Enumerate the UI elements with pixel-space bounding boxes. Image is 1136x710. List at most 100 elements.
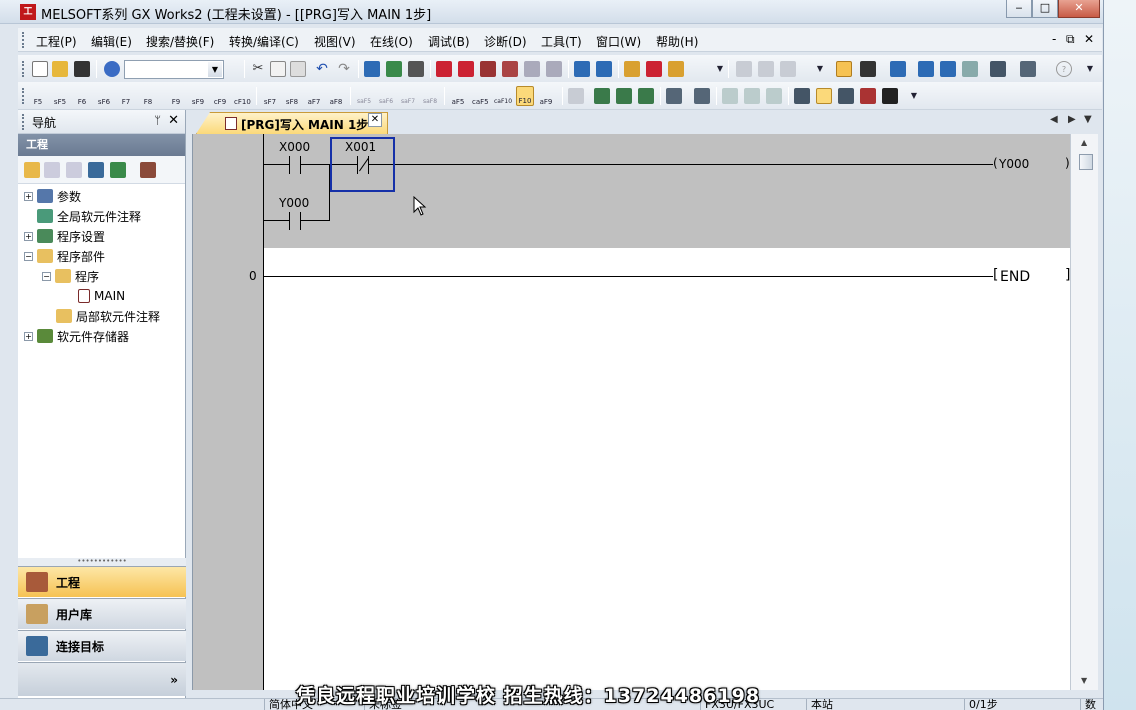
- toolbar-grip[interactable]: [22, 61, 25, 77]
- ladder-btn-f8[interactable]: F8: [140, 94, 156, 110]
- save-icon[interactable]: [74, 61, 90, 77]
- ladder-delete-icon[interactable]: [780, 61, 796, 77]
- edit-cursor[interactable]: [330, 137, 395, 192]
- dev-usage-icon[interactable]: [962, 61, 978, 77]
- nav-settings-icon[interactable]: [140, 162, 156, 178]
- diag2-icon[interactable]: [596, 61, 612, 77]
- tree-item-main[interactable]: MAIN: [78, 286, 125, 306]
- paste-data-icon[interactable]: [66, 162, 82, 178]
- output-window-icon[interactable]: [890, 61, 906, 77]
- find-icon[interactable]: [838, 88, 854, 104]
- statement-display-icon[interactable]: [666, 88, 682, 104]
- tab-menu-icon[interactable]: ▼: [1084, 114, 1092, 125]
- end-instruction[interactable]: END: [1000, 269, 1030, 285]
- tree-item-program[interactable]: − 程序: [42, 266, 99, 286]
- read-plc-icon[interactable]: [458, 61, 474, 77]
- panel-more-button[interactable]: »: [18, 662, 186, 696]
- panel-button-project[interactable]: 工程: [18, 566, 186, 597]
- tree-item-program-parts[interactable]: − 程序部件: [24, 246, 105, 266]
- element-selection-icon[interactable]: [860, 61, 876, 77]
- coil-y000-label[interactable]: Y000: [999, 157, 1029, 171]
- dev-list-icon[interactable]: [918, 61, 934, 77]
- close-button[interactable]: ✕: [1058, 0, 1100, 18]
- tab-close-icon[interactable]: ✕: [368, 113, 382, 127]
- device-comment-icon[interactable]: [408, 61, 424, 77]
- search-device-icon[interactable]: [722, 88, 738, 104]
- zoom-icon[interactable]: [1020, 61, 1036, 77]
- nav-close-icon[interactable]: ✕: [168, 113, 179, 128]
- menu-tools[interactable]: 工具(T): [541, 33, 582, 50]
- tab-next-icon[interactable]: ▶: [1068, 114, 1076, 125]
- search-combo[interactable]: ▼: [124, 60, 224, 79]
- contact-y000[interactable]: [289, 212, 301, 230]
- write-plc-icon[interactable]: [436, 61, 452, 77]
- chevron-down-icon[interactable]: ▼: [208, 62, 222, 77]
- project-window-icon[interactable]: [836, 61, 852, 77]
- open-folder-icon[interactable]: [52, 61, 68, 77]
- menu-compile[interactable]: 转换/编译(C): [229, 33, 299, 50]
- comment-display-icon[interactable]: [638, 88, 654, 104]
- menubar-grip[interactable]: [22, 32, 25, 48]
- scroll-up-icon[interactable]: ▲: [1081, 138, 1087, 147]
- redo-icon[interactable]: ↷: [336, 61, 352, 77]
- tree-item-program-setting[interactable]: + 程序设置: [24, 226, 105, 246]
- ladder-btn-sf7[interactable]: sF7: [262, 94, 278, 110]
- convert-all-icon[interactable]: [668, 61, 684, 77]
- copy-icon[interactable]: [270, 61, 286, 77]
- panel-button-library[interactable]: 用户库: [18, 598, 186, 629]
- device-batch-icon[interactable]: [364, 61, 380, 77]
- ladder-btn-caf5[interactable]: caF5: [472, 94, 489, 110]
- scroll-thumb[interactable]: [1079, 154, 1093, 170]
- contact-x000[interactable]: [289, 156, 301, 174]
- new-data-icon[interactable]: [24, 162, 40, 178]
- undo-icon[interactable]: ↶: [314, 61, 330, 77]
- ladder-btn-af9[interactable]: aF9: [538, 94, 554, 110]
- ladder-btn-af8[interactable]: aF8: [328, 94, 344, 110]
- remote-op-icon[interactable]: [502, 61, 518, 77]
- tab-prev-icon[interactable]: ◀: [1050, 114, 1058, 125]
- ladder-btn-cf10[interactable]: cF10: [234, 94, 251, 110]
- ladder-btn-saf5[interactable]: saF5: [356, 94, 372, 110]
- ladder-btn-f5[interactable]: F5: [30, 94, 46, 110]
- cut-icon[interactable]: ✂: [250, 61, 266, 77]
- verify-plc-icon[interactable]: [480, 61, 496, 77]
- dev-reference-icon[interactable]: [940, 61, 956, 77]
- edit-mode-icon[interactable]: [624, 61, 640, 77]
- ladder-insert-icon[interactable]: [758, 61, 774, 77]
- tree-item-device-memory[interactable]: + 软元件存储器: [24, 326, 129, 346]
- convert-icon[interactable]: [646, 61, 662, 77]
- menu-project[interactable]: 工程(P): [36, 33, 77, 50]
- zoom-search-icon[interactable]: [882, 88, 898, 104]
- scroll-down-icon[interactable]: ▼: [1081, 676, 1087, 685]
- ladder-btn-cf9[interactable]: cF9: [212, 94, 228, 110]
- maximize-button[interactable]: □: [1032, 0, 1058, 18]
- ladder-btn-f7[interactable]: F7: [118, 94, 134, 110]
- ladder-btn-af5[interactable]: aF5: [450, 94, 466, 110]
- menu-view[interactable]: 视图(V): [314, 33, 356, 50]
- pin-icon[interactable]: ᛘ: [154, 114, 161, 127]
- tree-item-parameter[interactable]: + 参数: [24, 186, 81, 206]
- diag-icon[interactable]: [574, 61, 590, 77]
- menu-window[interactable]: 窗口(W): [596, 33, 641, 50]
- comment-edit-icon[interactable]: [568, 88, 584, 104]
- collapse-icon[interactable]: −: [24, 251, 33, 261]
- menu-edit[interactable]: 编辑(E): [91, 33, 132, 50]
- tree-item-local-comment[interactable]: 局部软元件注释: [56, 306, 160, 326]
- new-file-icon[interactable]: [32, 61, 48, 77]
- replace-icon[interactable]: [766, 88, 782, 104]
- menu-help[interactable]: 帮助(H): [656, 33, 698, 50]
- toolbar1-dropdown-icon[interactable]: ▼: [712, 61, 728, 77]
- tab-main[interactable]: [PRG]写入 MAIN 1步: [196, 112, 388, 134]
- monitor-stop-icon[interactable]: [546, 61, 562, 77]
- mdi-close-button[interactable]: ✕: [1084, 32, 1094, 46]
- ladder-btn-sf9[interactable]: sF9: [190, 94, 206, 110]
- statement-edit-icon[interactable]: [594, 88, 610, 104]
- ladder-toolbar-dropdown-icon[interactable]: ▼: [906, 88, 922, 104]
- ladder-align-icon[interactable]: [736, 61, 752, 77]
- cross-ref-icon[interactable]: [794, 88, 810, 104]
- watch-icon[interactable]: [990, 61, 1006, 77]
- note-edit-icon[interactable]: [616, 88, 632, 104]
- collapse-icon[interactable]: −: [42, 271, 51, 281]
- toolbar3-dropdown-icon[interactable]: ▼: [1082, 61, 1098, 77]
- jump-icon[interactable]: [860, 88, 876, 104]
